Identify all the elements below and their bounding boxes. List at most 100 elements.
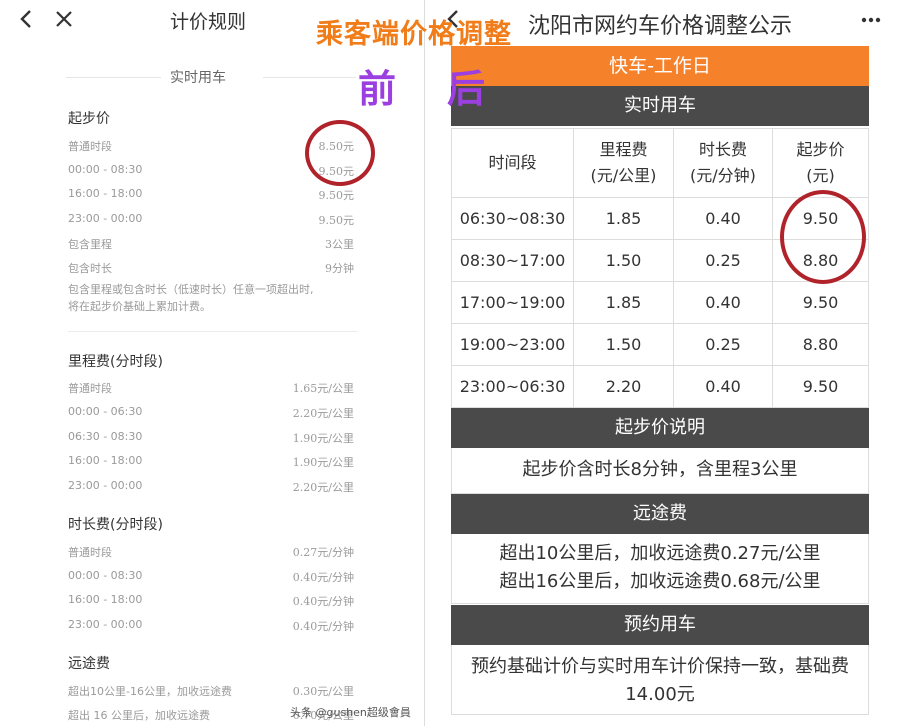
- table-cell: 0.40: [673, 281, 773, 324]
- close-icon[interactable]: [54, 9, 74, 29]
- row-label: 16:00 - 18:00: [68, 187, 143, 200]
- long-distance-header: 远途费: [451, 494, 869, 534]
- long-distance-line: 超出10公里后，加收远途费0.27元/公里: [499, 543, 821, 564]
- table-header-cell: 起步价 (元): [772, 128, 869, 198]
- long-distance-line: 超出16公里后，加收远途费0.68元/公里: [499, 571, 821, 592]
- row-value: 0.40元/分钟: [292, 595, 354, 608]
- table-cell: 0.40: [673, 197, 773, 240]
- table-cell: 17:00~19:00: [451, 281, 574, 324]
- duration-heading: 时长费(分时段): [68, 517, 163, 533]
- row-label: 23:00 - 00:00: [68, 618, 143, 631]
- base-note-text: 起步价含时长8分钟，含里程3公里: [522, 459, 798, 480]
- row-value: 2.20元/公里: [292, 407, 354, 420]
- row-label: 16:00 - 18:00: [68, 593, 143, 606]
- row-value: 9分钟: [325, 262, 354, 275]
- price-row: 普通时段 0.27元/分钟: [68, 544, 354, 562]
- price-row: 超出10公里-16公里，加收远途费 0.30元/公里: [68, 683, 354, 701]
- base-note-box: 起步价含时长8分钟，含里程3公里: [451, 448, 869, 494]
- after-label: 后: [447, 67, 486, 111]
- more-icon[interactable]: [860, 10, 882, 30]
- table-cell: 9.50: [772, 365, 869, 408]
- section-header: 实时用车: [66, 62, 356, 92]
- table-cell: 8.80: [772, 323, 869, 366]
- divider: [66, 77, 161, 78]
- row-label: 00:00 - 08:30: [68, 569, 143, 582]
- overlay-title: 乘客端价格调整: [316, 19, 512, 50]
- table-cell: 0.25: [673, 239, 773, 282]
- announcement-title: 沈阳市网约车价格调整公示: [528, 14, 793, 39]
- table-cell: 0.40: [673, 365, 773, 408]
- table-cell: 1.50: [573, 239, 674, 282]
- divider: [68, 331, 358, 332]
- booking-line: 14.00元: [625, 684, 695, 705]
- price-row: 23:00 - 00:00 9.50元: [68, 212, 354, 230]
- price-row: 00:00 - 06:30 2.20元/公里: [68, 405, 354, 423]
- row-label: 包含时长: [68, 262, 112, 275]
- booking-box: 预约基础计价与实时用车计价保持一致，基础费 14.00元: [451, 645, 869, 715]
- base-price-note: 包含里程或包含时长（低速时长）任意一项超出时, 将在起步价基础上累加计费。: [68, 281, 358, 315]
- price-row: 16:00 - 18:00 0.40元/分钟: [68, 593, 354, 611]
- row-label: 06:30 - 08:30: [68, 430, 143, 443]
- note-line: 将在起步价基础上累加计费。: [68, 300, 211, 313]
- section-title: 实时用车: [170, 70, 226, 86]
- row-label: 00:00 - 06:30: [68, 405, 143, 418]
- watermark: 头条 @gushen超级會員: [290, 706, 411, 719]
- long-distance-box: 超出10公里后，加收远途费0.27元/公里 超出16公里后，加收远途费0.68元…: [451, 534, 869, 604]
- table-header-cell: 时长费 (元/分钟): [673, 128, 773, 198]
- row-value: 0.27元/分钟: [292, 546, 354, 559]
- price-row: 06:30 - 08:30 1.90元/公里: [68, 430, 354, 448]
- row-value: 2.20元/公里: [292, 481, 354, 494]
- table-cell: 1.50: [573, 323, 674, 366]
- realtime-header: 实时用车: [451, 86, 869, 126]
- header-text: 时间段: [488, 153, 537, 172]
- page-title: 计价规则: [170, 11, 247, 33]
- row-label: 00:00 - 08:30: [68, 163, 143, 176]
- row-label: 普通时段: [68, 140, 112, 153]
- price-row: 16:00 - 18:00 9.50元: [68, 187, 354, 205]
- booking-header: 预约用车: [451, 605, 869, 645]
- right-announcement-panel: 沈阳市网约车价格调整公示 快车-工作日 实时用车 时间段 里程费 (元/公里) …: [430, 0, 900, 726]
- row-label: 超出10公里-16公里，加收远途费: [68, 685, 232, 698]
- row-value: 9.50元: [318, 214, 355, 227]
- row-label: 普通时段: [68, 382, 112, 395]
- highlight-circle-after: [780, 190, 866, 284]
- price-row: 16:00 - 18:00 1.90元/公里: [68, 454, 354, 472]
- table-cell: 19:00~23:00: [451, 323, 574, 366]
- long-distance-heading: 远途费: [68, 656, 110, 672]
- table-cell: 2.20: [573, 365, 674, 408]
- category-banner: 快车-工作日: [451, 46, 869, 86]
- price-row: 00:00 - 08:30 0.40元/分钟: [68, 569, 354, 587]
- highlight-circle-before: [305, 120, 375, 186]
- price-row: 普通时段 1.65元/公里: [68, 380, 354, 398]
- price-row: 23:00 - 00:00 0.40元/分钟: [68, 618, 354, 636]
- row-value: 3公里: [325, 238, 354, 251]
- table-header-cell: 里程费 (元/公里): [573, 128, 674, 198]
- row-label: 16:00 - 18:00: [68, 454, 143, 467]
- row-value: 0.40元/分钟: [292, 620, 354, 633]
- price-row: 包含时长 9分钟: [68, 260, 354, 278]
- note-line: 包含里程或包含时长（低速时长）任意一项超出时,: [68, 283, 314, 296]
- price-row: 23:00 - 00:00 2.20元/公里: [68, 479, 354, 497]
- panel-separator: [424, 0, 425, 726]
- base-price-heading: 起步价: [68, 111, 110, 127]
- row-value: 0.30元/公里: [292, 685, 354, 698]
- row-value: 1.90元/公里: [292, 456, 354, 469]
- row-label: 23:00 - 00:00: [68, 212, 143, 225]
- row-label: 23:00 - 00:00: [68, 479, 143, 492]
- row-value: 9.50元: [318, 189, 355, 202]
- before-label: 前: [358, 67, 397, 111]
- divider: [263, 77, 356, 78]
- row-value: 1.65元/公里: [292, 382, 354, 395]
- row-label: 包含里程: [68, 238, 112, 251]
- row-label: 普通时段: [68, 546, 112, 559]
- table-cell: 0.25: [673, 323, 773, 366]
- mileage-heading: 里程费(分时段): [68, 354, 163, 370]
- price-row: 包含里程 3公里: [68, 236, 354, 254]
- row-value: 0.40元/分钟: [292, 571, 354, 584]
- table-cell: 9.50: [772, 281, 869, 324]
- table-cell: 23:00~06:30: [451, 365, 574, 408]
- table-cell: 06:30~08:30: [451, 197, 574, 240]
- back-arrow-icon[interactable]: [18, 8, 36, 30]
- table-cell: 1.85: [573, 197, 674, 240]
- table-header-cell: 时间段: [451, 128, 574, 198]
